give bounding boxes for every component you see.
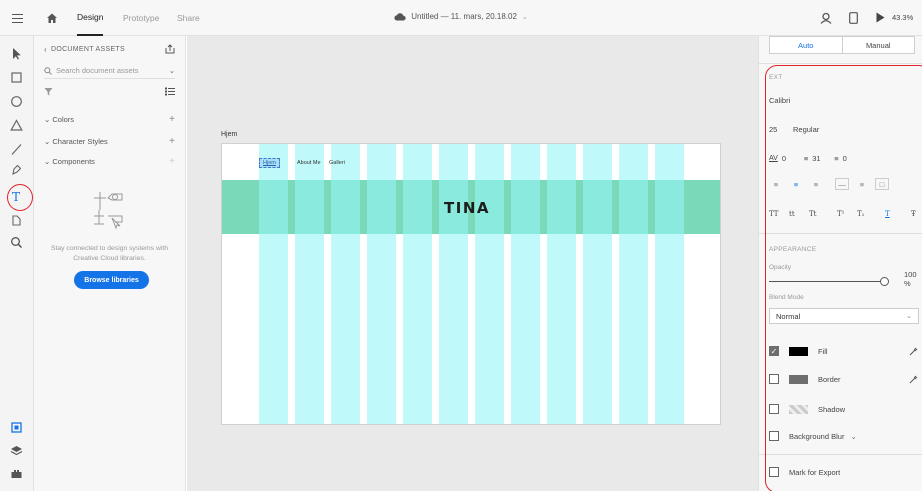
artboard-title[interactable]: Hjem bbox=[221, 131, 237, 138]
list-view-icon[interactable] bbox=[165, 87, 175, 96]
rectangle-tool[interactable] bbox=[6, 68, 26, 86]
grid-column bbox=[547, 144, 576, 424]
assets-icon bbox=[10, 421, 22, 433]
zoom-tool[interactable] bbox=[6, 233, 26, 251]
grid-column bbox=[475, 144, 504, 424]
artboard-tool[interactable] bbox=[6, 211, 26, 229]
section-character-styles[interactable]: ⌄ Character Styles + bbox=[44, 136, 175, 147]
play-icon[interactable] bbox=[876, 12, 885, 23]
search-icon bbox=[44, 66, 52, 75]
design-canvas[interactable]: Hjem Hjem About Me Galleri TINA bbox=[187, 36, 758, 491]
assets-filter-row bbox=[44, 87, 175, 96]
plugins-panel-button[interactable] bbox=[6, 464, 26, 482]
assets-panel: ‹ DOCUMENT ASSETS Search document assets… bbox=[34, 36, 186, 491]
add-component-icon[interactable]: + bbox=[169, 156, 175, 167]
grid-column bbox=[367, 144, 396, 424]
assets-panel-button[interactable] bbox=[6, 418, 26, 436]
zoom-level[interactable]: 43.3% bbox=[892, 13, 913, 22]
ellipse-tool[interactable] bbox=[6, 92, 26, 110]
device-preview-icon[interactable] bbox=[849, 12, 858, 24]
chevron-left-icon[interactable]: ‹ bbox=[44, 45, 47, 54]
divider bbox=[759, 63, 922, 64]
properties-panel: Auto Manual EXT Calibri ⌄ 25 Regular ⌄ A… bbox=[758, 36, 922, 491]
filter-icon[interactable] bbox=[44, 87, 53, 96]
section-components[interactable]: ⌄ Components + bbox=[44, 156, 175, 167]
ellipse-icon bbox=[10, 95, 22, 107]
nav-link-about-me[interactable]: About Me bbox=[297, 160, 321, 166]
section-character-styles-label: Character Styles bbox=[52, 137, 108, 146]
user-icon[interactable] bbox=[820, 12, 832, 24]
pen-icon bbox=[11, 164, 21, 175]
section-colors-label: Colors bbox=[52, 115, 75, 124]
polygon-tool[interactable] bbox=[6, 116, 26, 134]
search-input[interactable]: Search document assets bbox=[56, 66, 139, 75]
logo-text[interactable]: TINA bbox=[444, 199, 490, 217]
document-title-text: Untitled — 11. mars, 20.18.02 bbox=[411, 12, 517, 21]
assets-title: DOCUMENT ASSETS bbox=[50, 45, 125, 53]
grid-column bbox=[403, 144, 432, 424]
section-colors[interactable]: ⌄ Colors + bbox=[44, 114, 175, 125]
browse-libraries-button[interactable]: Browse libraries bbox=[74, 271, 149, 289]
cloud-icon bbox=[394, 13, 406, 21]
artboard-icon bbox=[11, 214, 21, 226]
plugins-icon bbox=[11, 469, 21, 478]
grid-column bbox=[295, 144, 324, 424]
grid-column bbox=[259, 144, 288, 424]
chevron-down-icon[interactable]: ⌄ bbox=[522, 13, 528, 21]
assets-search[interactable]: Search document assets ⌄ bbox=[44, 66, 175, 79]
line-icon bbox=[11, 143, 21, 155]
select-tool[interactable] bbox=[6, 44, 26, 62]
libraries-illustration-icon bbox=[94, 192, 123, 230]
libraries-empty-text: Stay connected to design systems with Cr… bbox=[50, 245, 169, 262]
grid-column bbox=[655, 144, 684, 424]
grid-column bbox=[511, 144, 540, 424]
annotation-box bbox=[765, 65, 922, 491]
line-tool[interactable] bbox=[6, 140, 26, 158]
grid-column bbox=[331, 144, 360, 424]
assets-header: ‹ DOCUMENT ASSETS bbox=[44, 44, 175, 54]
annotation-circle bbox=[7, 184, 33, 211]
zoom-icon bbox=[10, 236, 22, 248]
artboard[interactable]: Hjem About Me Galleri TINA bbox=[221, 143, 721, 425]
nav-link-hjem[interactable]: Hjem bbox=[259, 158, 280, 168]
nav-link-galleri[interactable]: Galleri bbox=[329, 160, 345, 166]
layers-icon bbox=[10, 445, 22, 455]
responsive-resize-toggle: Auto Manual bbox=[769, 36, 915, 54]
document-title[interactable]: Untitled — 11. mars, 20.18.02 ⌄ bbox=[0, 12, 922, 21]
section-components-label: Components bbox=[52, 157, 95, 166]
manual-option[interactable]: Manual bbox=[843, 37, 915, 53]
add-character-style-icon[interactable]: + bbox=[169, 136, 175, 147]
grid-column bbox=[619, 144, 648, 424]
triangle-icon bbox=[9, 118, 23, 131]
add-color-icon[interactable]: + bbox=[169, 114, 175, 125]
layers-panel-button[interactable] bbox=[6, 441, 26, 459]
pointer-icon bbox=[12, 47, 21, 59]
auto-option[interactable]: Auto bbox=[770, 37, 843, 53]
top-bar: Design Prototype Share Untitled — 11. ma… bbox=[0, 0, 922, 36]
grid-column bbox=[583, 144, 612, 424]
share-upload-icon[interactable] bbox=[165, 44, 175, 54]
rectangle-icon bbox=[10, 71, 22, 83]
grid-column bbox=[439, 144, 468, 424]
tools-toolbar: T bbox=[0, 36, 34, 491]
pen-tool[interactable] bbox=[6, 160, 26, 178]
chevron-down-icon[interactable]: ⌄ bbox=[169, 66, 175, 75]
